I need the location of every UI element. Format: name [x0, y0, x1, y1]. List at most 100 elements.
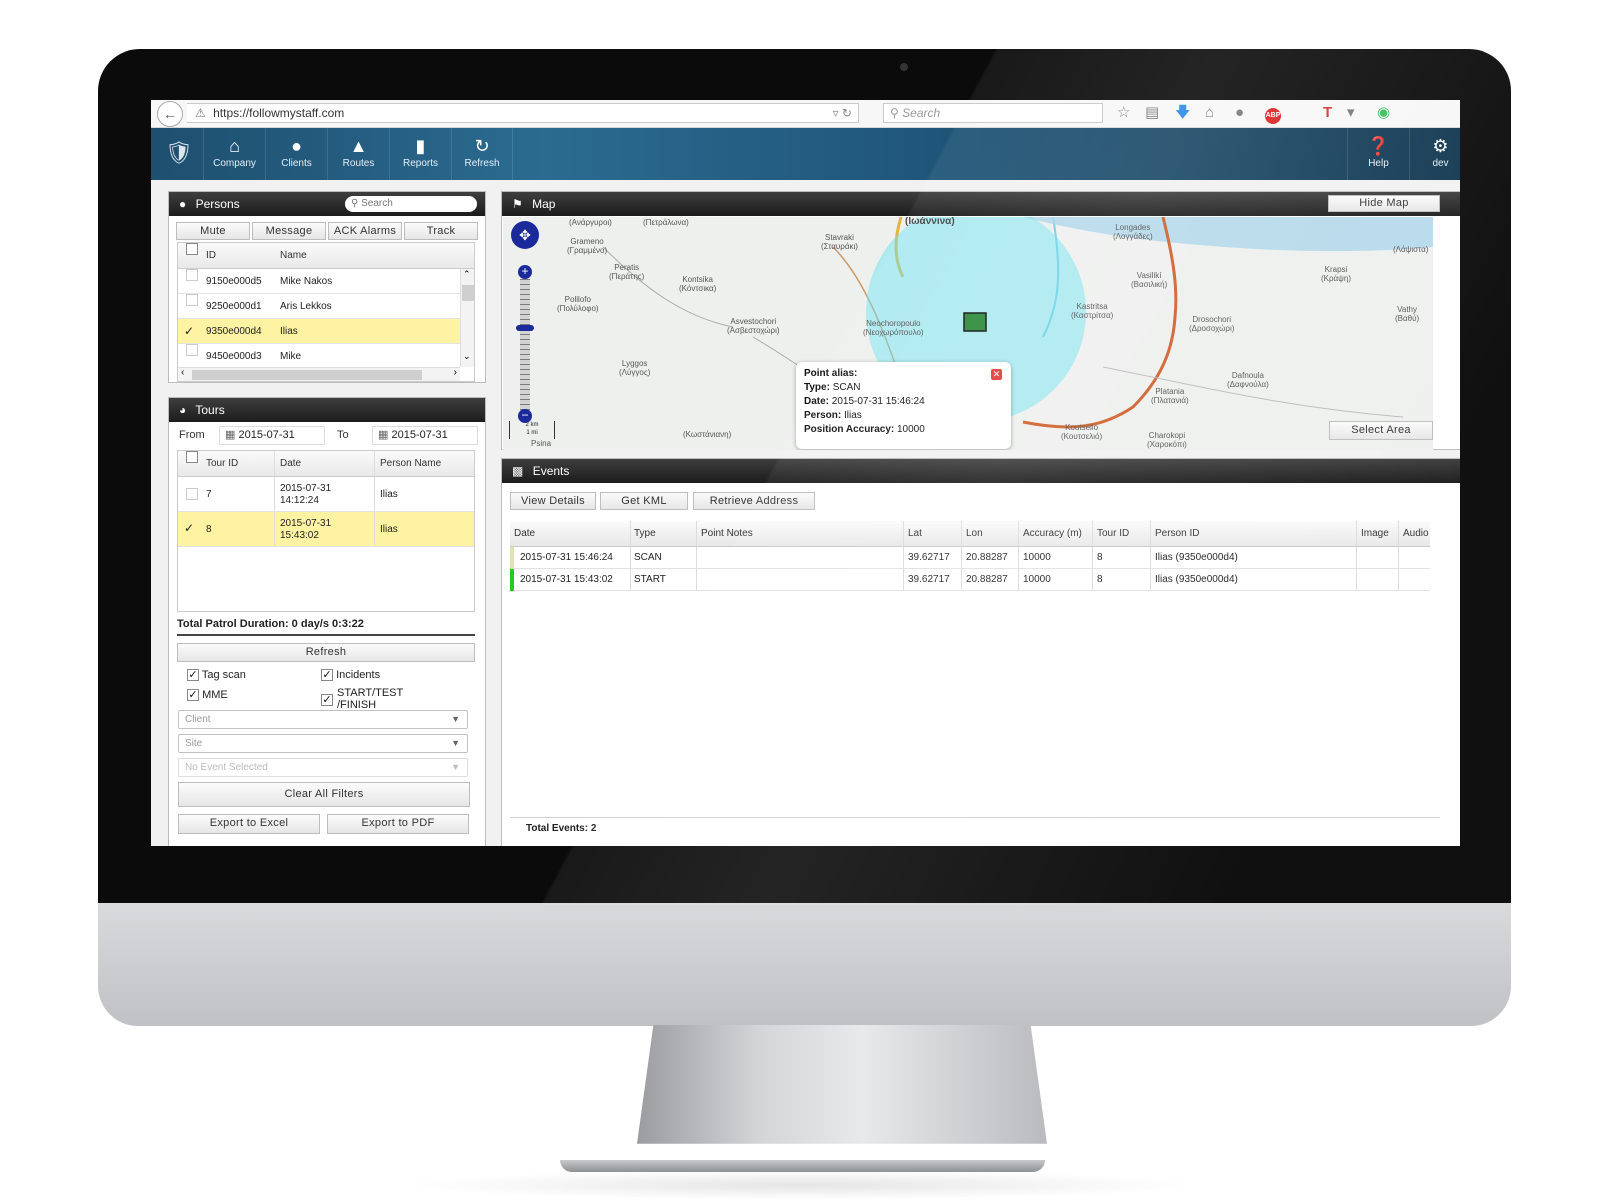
place-label: Asvestochori (Ασβεστοχώρι)	[727, 317, 780, 335]
menu-dropdown-icon[interactable]: ▾	[1347, 103, 1355, 123]
column-lat: Lat	[908, 528, 922, 539]
events-table-header: Date Type Point Notes Lat Lon Accuracy (…	[510, 521, 1430, 547]
scroll-left-icon[interactable]: ‹	[181, 367, 184, 378]
get-kml-button[interactable]: Get KML	[600, 492, 688, 510]
view-details-button[interactable]: View Details	[510, 492, 596, 510]
mute-button[interactable]: Mute	[176, 222, 250, 240]
table-row-selected[interactable]: ✓ 9350e000d4 Ilias	[178, 319, 460, 344]
grammarly-icon[interactable]: ◉	[1377, 103, 1390, 123]
export-excel-button[interactable]: Export to Excel	[178, 814, 320, 834]
pan-control-icon[interactable]: ✥	[511, 221, 539, 249]
scrollbar-thumb[interactable]	[462, 285, 474, 301]
row-checkbox-checked[interactable]: ✓	[184, 522, 194, 534]
event-accuracy: 10000	[1023, 552, 1051, 563]
reload-icon[interactable]: ▿ ↻	[833, 104, 852, 122]
event-date: 2015-07-31 15:43:02	[520, 574, 613, 585]
table-row[interactable]: 9450e000d3 Mike	[178, 344, 460, 369]
address-bar[interactable]: ⚠ https://followmystaff.com ▿ ↻	[187, 103, 859, 123]
nav-routes-label: Routes	[342, 158, 375, 169]
to-date-input[interactable]: ▦ 2015-07-31	[372, 426, 478, 445]
help-icon: ❓	[1367, 136, 1390, 156]
event-select[interactable]: No Event Selected ▼	[178, 758, 468, 777]
screen: ← ⚠ https://followmystaff.com ▿ ↻ ⚲ Sear…	[151, 100, 1460, 846]
place-label: (Πετράλωνα)	[643, 218, 689, 227]
nav-dev[interactable]: ⚙ dev	[1409, 128, 1460, 180]
track-button[interactable]: Track	[404, 222, 478, 240]
zoom-slider-handle[interactable]	[516, 325, 534, 331]
nav-routes[interactable]: ▲ Routes	[327, 128, 389, 180]
horizontal-scrollbar[interactable]: ‹ ›	[178, 367, 460, 381]
close-icon[interactable]: ✕	[991, 369, 1002, 380]
zoom-slider[interactable]	[520, 279, 530, 411]
incidents-checkbox[interactable]: ✓ Incidents	[321, 669, 380, 682]
tag-scan-checkbox[interactable]: ✓ Tag scan	[187, 669, 246, 682]
hide-map-button[interactable]: Hide Map	[1328, 195, 1440, 212]
translate-icon[interactable]: T	[1323, 103, 1332, 123]
reading-list-icon[interactable]: ▤	[1145, 103, 1159, 123]
from-date-input[interactable]: ▦ 2015-07-31	[219, 426, 325, 445]
download-icon[interactable]: 🡇	[1175, 103, 1190, 123]
map-canvas[interactable]: (Ιωάννινα) (Ανάργυροι) (Πετράλωνα) Grame…	[503, 217, 1433, 450]
event-person-id: Ilias (9350e000d4)	[1155, 574, 1238, 585]
table-row[interactable]: 9150e000d5 Mike Nakos	[178, 269, 460, 294]
table-row-selected[interactable]: ✓ 8 2015-07-31 15:43:02 Ilias	[178, 512, 474, 547]
to-label: To	[337, 429, 349, 441]
nav-company[interactable]: ⌂ Company	[203, 128, 265, 180]
scroll-down-icon[interactable]: ⌄	[463, 351, 471, 362]
chevron-down-icon: ▼	[451, 762, 460, 772]
site-select[interactable]: Site ▼	[178, 734, 468, 753]
chat-icon[interactable]: ●	[1235, 103, 1244, 123]
event-tour-id: 8	[1097, 552, 1103, 563]
place-label: Lyggos (Λύγγος)	[619, 359, 651, 377]
zoom-in-button[interactable]: +	[518, 265, 532, 279]
person-name: Ilias	[280, 326, 298, 337]
total-patrol-duration: Total Patrol Duration: 0 day/s 0:3:22	[177, 618, 475, 636]
scroll-right-icon[interactable]: ›	[454, 367, 457, 378]
tours-header: ◕ Tours	[169, 398, 485, 422]
refresh-icon: ↻	[474, 136, 490, 156]
city-label: (Ιωάννινα)	[905, 217, 955, 227]
vertical-scrollbar[interactable]: ⌃ ⌄	[460, 269, 474, 367]
clear-all-filters-button[interactable]: Clear All Filters	[178, 782, 470, 807]
bar-chart-icon: ▩	[512, 464, 524, 478]
browser-search-input[interactable]: ⚲ Search	[883, 103, 1103, 123]
place-label: Vathy (Βαθύ)	[1395, 305, 1420, 323]
table-row[interactable]: 9250e000d1 Aris Lekkos	[178, 294, 460, 319]
star-icon[interactable]: ☆	[1117, 103, 1130, 123]
home-icon[interactable]: ⌂	[1205, 103, 1214, 123]
globe-icon: ◕	[179, 403, 187, 417]
event-marker	[510, 569, 514, 591]
persons-search-input[interactable]: ⚲ Search	[345, 196, 477, 212]
export-pdf-button[interactable]: Export to PDF	[327, 814, 469, 834]
table-row[interactable]: 2015-07-31 15:46:24 SCAN 39.62717 20.882…	[510, 547, 1430, 569]
total-events: Total Events: 2	[526, 823, 597, 834]
nav-reports[interactable]: ▮ Reports	[389, 128, 451, 180]
column-person-id: Person ID	[1155, 528, 1200, 539]
nav-help[interactable]: ❓ Help	[1347, 128, 1409, 180]
row-checkbox-checked[interactable]: ✓	[184, 319, 194, 344]
tours-refresh-button[interactable]: Refresh	[177, 643, 475, 662]
table-row[interactable]: 2015-07-31 15:43:02 START 39.62717 20.88…	[510, 569, 1430, 591]
table-row[interactable]: 7 2015-07-31 14:12:24 Ilias	[178, 477, 474, 512]
person-id: 9150e000d5	[206, 276, 262, 287]
client-select[interactable]: Client ▼	[178, 710, 468, 729]
url-text: https://followmystaff.com	[213, 106, 345, 120]
place-label: Charokopi (Χαροκόπι)	[1147, 431, 1187, 449]
nav-clients[interactable]: ● Clients	[265, 128, 327, 180]
scan-marker-icon[interactable]	[963, 312, 987, 332]
ack-alarms-button[interactable]: ACK Alarms	[328, 222, 402, 240]
popup-accuracy-value: 10000	[897, 424, 925, 435]
scrollbar-thumb[interactable]	[192, 370, 422, 380]
events-footer-divider	[510, 817, 1440, 818]
retrieve-address-button[interactable]: Retrieve Address	[693, 492, 815, 510]
message-button[interactable]: Message	[252, 222, 326, 240]
event-date: 2015-07-31 15:46:24	[520, 552, 613, 563]
nav-company-label: Company	[213, 158, 256, 169]
scroll-up-icon[interactable]: ⌃	[463, 269, 471, 280]
nav-refresh[interactable]: ↻ Refresh	[451, 128, 513, 180]
place-label: (Λάψιστα)	[1393, 245, 1429, 254]
mme-checkbox[interactable]: ✓ MME	[187, 689, 228, 702]
back-button[interactable]: ←	[157, 101, 183, 127]
select-area-button[interactable]: Select Area	[1329, 421, 1433, 440]
adblock-icon[interactable]: ABP	[1265, 103, 1281, 124]
